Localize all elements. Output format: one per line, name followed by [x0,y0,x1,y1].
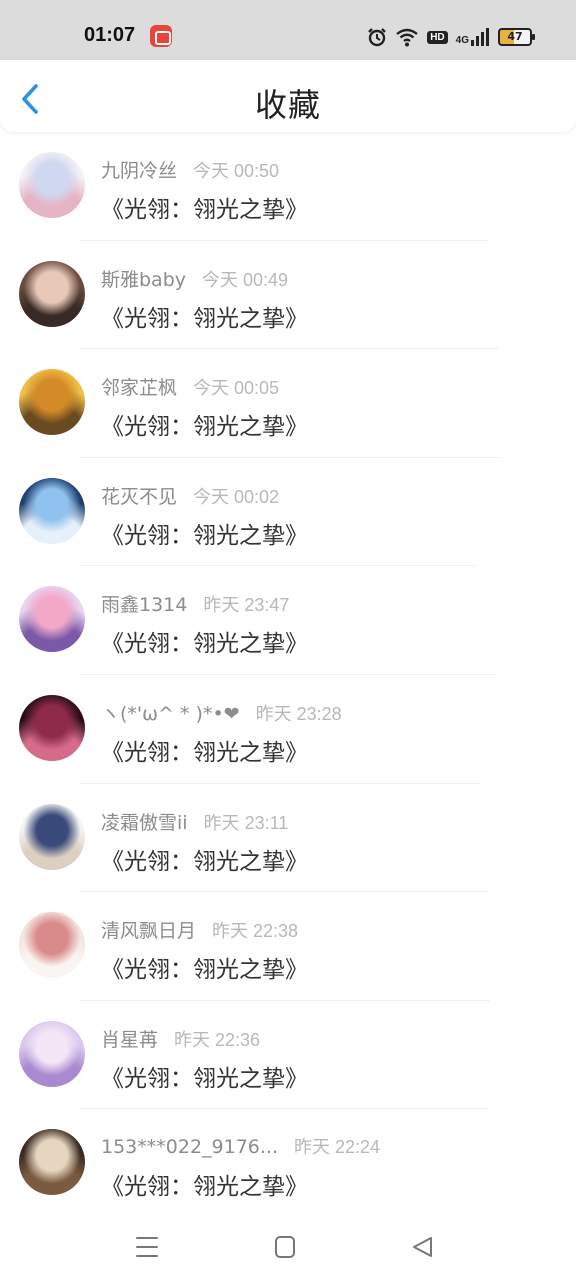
list-item[interactable]: 花灭不见 今天 00:02 《光翎：翎光之挚》 [0,458,576,567]
item-meta: 雨鑫1314 昨天 23:47 [101,590,289,617]
timestamp: 今天 00:02 [193,486,280,507]
battery-icon: 47 [498,28,535,46]
username[interactable]: 花灭不见 [101,482,177,509]
timestamp: 今天 00:50 [193,161,280,181]
list-item[interactable]: 153***022_9176... 昨天 22:24 《光翎：翎光之挚》 [0,1109,576,1218]
user-avatar[interactable] [19,912,85,979]
user-avatar[interactable] [19,260,85,327]
item-meta: 邻家芷枫 今天 00:05 [101,373,279,400]
user-avatar[interactable] [19,586,85,653]
username[interactable]: 九阴冷丝 [101,156,177,183]
favorite-title[interactable]: 《光翎：翎光之挚》 [101,842,308,876]
system-nav-bar [0,1214,576,1280]
list-item[interactable]: 雨鑫1314 昨天 23:47 《光翎：翎光之挚》 [0,566,576,675]
status-time: 01:07 [84,24,136,46]
user-avatar[interactable] [19,369,85,436]
favorite-title[interactable]: 《光翎：翎光之挚》 [101,516,308,550]
username[interactable]: 雨鑫1314 [101,590,187,617]
cell-signal-icon: 4G [456,28,490,46]
username[interactable]: 邻家芷枫 [101,373,177,400]
nav-menu-button[interactable] [130,1230,164,1264]
favorite-title[interactable]: 《光翎：翎光之挚》 [101,407,308,441]
favorite-title[interactable]: 《光翎：翎光之挚》 [101,190,308,224]
timestamp: 昨天 23:11 [203,812,289,833]
battery-level: 47 [507,30,523,43]
list-item[interactable]: 斯雅baby 今天 00:49 《光翎：翎光之挚》 [0,241,576,350]
top-app-bar: 收藏 [0,60,576,132]
favorite-title[interactable]: 《光翎：翎光之挚》 [101,299,308,333]
item-meta: 斯雅baby 今天 00:49 [101,265,288,292]
list-item[interactable]: 凌霜傲雪ii 昨天 23:11 《光翎：翎光之挚》 [0,784,576,893]
square-home-icon [275,1236,295,1258]
username[interactable]: 肖星苒 [101,1025,158,1052]
favorite-title[interactable]: 《光翎：翎光之挚》 [101,950,308,984]
status-icons: HD 4G 47 [367,25,535,49]
alarm-icon [368,28,387,47]
list-item[interactable]: ヽ(*'ω^ * )*•❤ 昨天 23:28 《光翎：翎光之挚》 [0,675,576,784]
app-notification-icon [150,25,172,47]
triangle-back-icon [413,1237,432,1257]
timestamp: 今天 00:49 [202,269,289,290]
list-item[interactable]: 肖星苒 昨天 22:36 《光翎：翎光之挚》 [0,1001,576,1110]
page-title: 收藏 [254,86,321,124]
timestamp: 今天 00:05 [193,378,280,399]
timestamp: 昨天 23:28 [255,703,342,724]
item-meta: 花灭不见 今天 00:02 [101,482,279,509]
timestamp: 昨天 22:38 [212,921,299,942]
nav-home-button[interactable] [268,1230,302,1264]
favorite-title[interactable]: 《光翎：翎光之挚》 [101,624,308,658]
list-item[interactable]: 九阴冷丝 今天 00:50 《光翎：翎光之挚》 [0,132,576,241]
status-bar: 01:07 HD 4G 47 [0,0,576,60]
user-avatar[interactable] [19,1020,85,1087]
item-meta: 肖星苒 昨天 22:36 [101,1025,260,1052]
user-avatar[interactable] [19,803,85,870]
favorite-title[interactable]: 《光翎：翎光之挚》 [101,1167,308,1201]
network-type: 4G [455,35,469,46]
item-meta: 153***022_9176... 昨天 22:24 [101,1133,380,1159]
username[interactable]: 153***022_9176... [101,1136,278,1158]
item-meta: 清风飘日月 昨天 22:38 [101,916,298,943]
item-meta: ヽ(*'ω^ * )*•❤ 昨天 23:28 [101,699,342,726]
username[interactable]: 斯雅baby [101,265,186,292]
list-item[interactable]: 清风飘日月 昨天 22:38 《光翎：翎光之挚》 [0,892,576,1001]
wifi-icon [396,28,418,47]
user-avatar[interactable] [19,152,85,218]
timestamp: 昨天 23:47 [203,595,290,616]
user-avatar[interactable] [19,477,85,544]
menu-icon [136,1237,158,1257]
hd-badge: HD [427,30,448,44]
list-item[interactable]: 邻家芷枫 今天 00:05 《光翎：翎光之挚》 [0,349,576,458]
timestamp: 昨天 22:24 [294,1137,381,1158]
username[interactable]: ヽ(*'ω^ * )*•❤ [101,699,240,726]
item-meta: 凌霜傲雪ii 昨天 23:11 [101,808,288,835]
user-avatar[interactable] [19,1129,85,1196]
user-avatar[interactable] [19,694,85,761]
favorites-list: 九阴冷丝 今天 00:50 《光翎：翎光之挚》 斯雅baby 今天 00:49 《光翎：翎… [0,132,576,1218]
username[interactable]: 凌霜傲雪ii [101,808,188,835]
favorite-title[interactable]: 《光翎：翎光之挚》 [101,1059,308,1093]
item-meta: 九阴冷丝 今天 00:50 [101,156,279,183]
timestamp: 昨天 22:36 [174,1029,261,1050]
favorite-title[interactable]: 《光翎：翎光之挚》 [101,733,308,767]
nav-back-button[interactable] [406,1230,440,1264]
username[interactable]: 清风飘日月 [101,916,196,943]
